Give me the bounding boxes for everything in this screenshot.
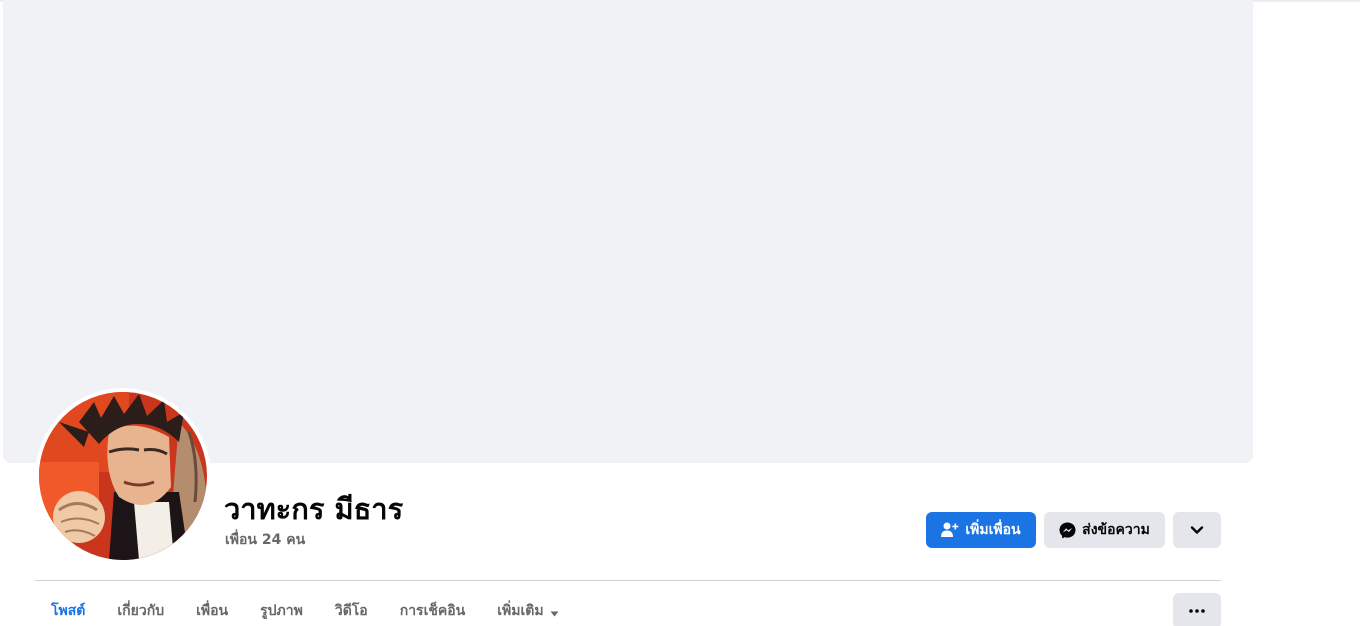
tab-checkins[interactable]: การเช็คอิน [384, 594, 482, 626]
tab-posts[interactable]: โพสต์ [35, 594, 101, 626]
add-friend-label: เพิ่มเพื่อน [965, 522, 1021, 538]
messenger-icon [1059, 522, 1076, 539]
tab-label: รูปภาพ [260, 603, 303, 619]
tab-photos[interactable]: รูปภาพ [244, 594, 319, 626]
tab-label: โพสต์ [51, 603, 86, 619]
tab-label: เพิ่มเติม [497, 603, 544, 619]
add-friend-button[interactable]: เพิ่มเพื่อน [926, 512, 1036, 548]
tab-label: เพื่อน [196, 603, 229, 619]
tab-label: การเช็คอิน [399, 603, 466, 619]
tab-label: เกี่ยวกับ [117, 603, 165, 619]
profile-page: วาทะกร มีธาร เพื่อน 24 คน เพิ่มเพื่อน ส่… [0, 0, 1360, 626]
send-message-label: ส่งข้อความ [1082, 522, 1150, 538]
tab-videos[interactable]: วิดีโอ [319, 594, 384, 626]
cover-photo[interactable] [3, 0, 1253, 463]
avatar [39, 392, 207, 560]
tab-friends[interactable]: เพื่อน [180, 594, 244, 626]
tab-more[interactable]: เพิ่มเติม [481, 594, 574, 626]
profile-tabs: โพสต์ เกี่ยวกับ เพื่อน รูปภาพ วิดีโอ การ… [35, 594, 575, 626]
add-friend-icon [941, 522, 959, 538]
friend-count[interactable]: เพื่อน 24 คน [225, 529, 305, 551]
divider [35, 580, 1221, 581]
profile-picture[interactable] [35, 388, 211, 564]
chevron-down-icon [1190, 525, 1204, 535]
tab-more-options-button[interactable] [1173, 593, 1221, 626]
send-message-button[interactable]: ส่งข้อความ [1044, 512, 1165, 548]
caret-down-icon [550, 605, 559, 621]
profile-name: วาทะกร มีธาร [224, 492, 404, 526]
profile-options-button[interactable] [1173, 512, 1221, 548]
ellipsis-icon [1189, 609, 1205, 613]
tab-about[interactable]: เกี่ยวกับ [101, 594, 180, 626]
tab-label: วิดีโอ [334, 603, 368, 619]
